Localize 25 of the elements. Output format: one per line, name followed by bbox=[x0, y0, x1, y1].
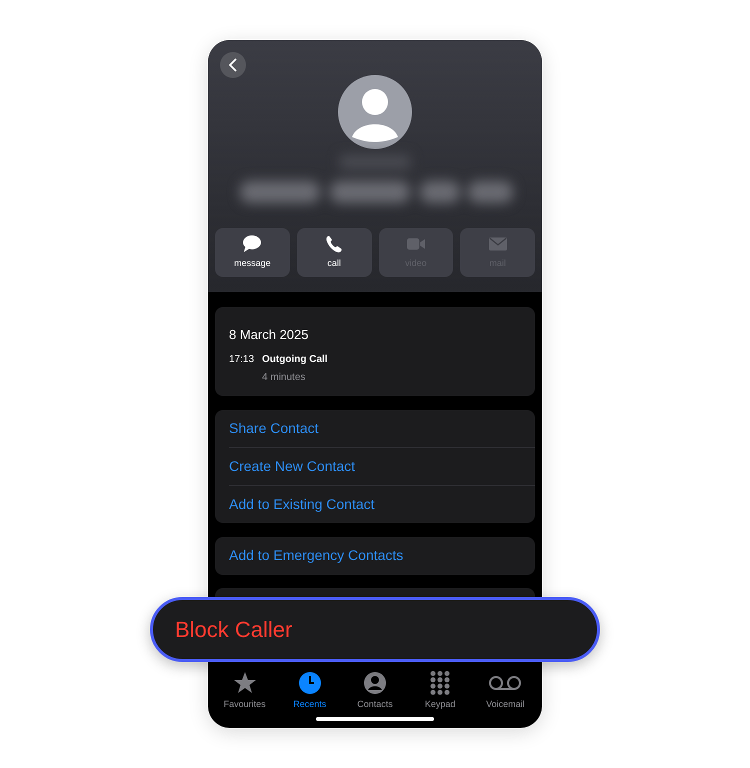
contact-option-link[interactable]: Add to Existing Contact bbox=[229, 486, 375, 522]
emergency-contacts-link[interactable]: Add to Emergency Contacts bbox=[229, 545, 404, 566]
call-time: 17:13 bbox=[229, 352, 254, 366]
keypad-icon bbox=[428, 670, 452, 694]
contact-action-button[interactable]: call bbox=[296, 228, 372, 277]
clock-icon bbox=[298, 670, 322, 694]
tab-bar-item[interactable]: Recents bbox=[280, 670, 340, 711]
tab-bar-item[interactable]: Contacts bbox=[344, 670, 405, 711]
contact-option-link[interactable]: Share Contact bbox=[229, 410, 318, 446]
chevron-left-icon bbox=[229, 58, 237, 72]
block-caller-button[interactable]: Block Caller bbox=[150, 597, 600, 662]
speech-bubble-icon bbox=[242, 234, 262, 253]
phone-icon bbox=[324, 234, 344, 253]
tab-bar-item[interactable]: Favourites bbox=[214, 670, 275, 711]
star-icon bbox=[232, 670, 257, 694]
tab-bar-item[interactable]: Voicemail bbox=[475, 670, 536, 711]
call-duration: 4 minutes bbox=[262, 370, 306, 384]
person-icon bbox=[362, 670, 387, 694]
back-button[interactable] bbox=[220, 52, 246, 78]
envelope-icon bbox=[488, 234, 508, 253]
contact-option-link[interactable]: Create New Contact bbox=[229, 448, 356, 484]
tab-bar-item[interactable]: Keypad bbox=[410, 670, 470, 711]
call-date: 8 March 2025 bbox=[229, 326, 310, 344]
call-type: Outgoing Call bbox=[262, 352, 328, 366]
contact-action-button[interactable]: message bbox=[215, 228, 290, 277]
